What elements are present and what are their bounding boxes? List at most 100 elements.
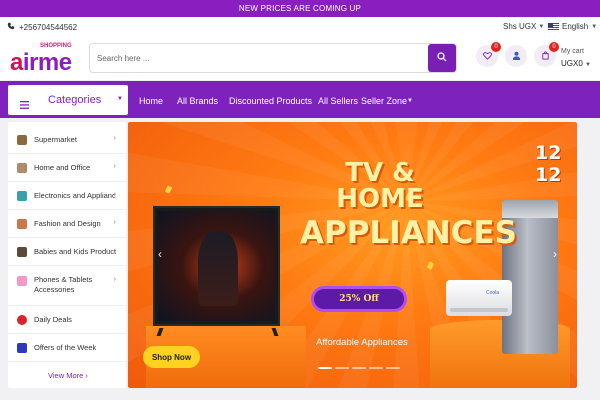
category-label: Babies and Kids Products <box>34 247 116 256</box>
heart-icon <box>482 47 492 65</box>
nav-link-home[interactable]: Home <box>139 96 163 106</box>
logo-main: irme <box>22 49 72 76</box>
category-item-electronics[interactable]: Electronics and Appliances › <box>8 182 126 210</box>
tv-screen <box>158 211 275 321</box>
chevron-right-icon: › <box>113 163 116 170</box>
category-label: Home and Office <box>34 163 91 172</box>
ac-brand-label: Coola <box>486 290 500 296</box>
offers-week-icon <box>17 343 27 353</box>
language-label: English <box>562 22 589 31</box>
shop-now-button[interactable]: Shop Now <box>143 346 200 368</box>
ac-grill <box>450 308 508 312</box>
logo-wordmark: airme <box>10 49 72 77</box>
search-icon <box>437 49 447 67</box>
cart-button[interactable]: 0 <box>534 42 559 67</box>
phone-number: +256704544562 <box>19 22 78 32</box>
carousel-dot[interactable] <box>369 367 383 369</box>
category-label: Phones & Tablets Accessories <box>34 275 93 294</box>
chevron-down-icon: ▼ <box>117 96 123 102</box>
category-label: Fashion and Design <box>34 219 101 228</box>
chevron-down-icon: ▼ <box>585 62 591 68</box>
us-flag-icon <box>548 23 559 30</box>
categories-dropdown[interactable]: Categories ▼ <box>8 85 128 115</box>
discount-badge: 25% Off <box>311 286 407 312</box>
category-item-offers-week[interactable]: Offers of the Week <box>8 334 126 362</box>
category-label: Daily Deals <box>34 315 72 324</box>
currency-label: Shs UGX <box>503 22 537 31</box>
supermarket-icon <box>17 135 27 145</box>
carousel-dot[interactable] <box>386 367 400 369</box>
category-label: Electronics and Appliances <box>34 191 116 200</box>
category-item-home-office[interactable]: Home and Office › <box>8 154 126 182</box>
category-sidebar: Supermarket › Home and Office › Electron… <box>8 122 126 388</box>
logo-prefix: a <box>10 49 23 76</box>
categories-label: Categories <box>48 94 102 106</box>
banner-subtitle: Affordable Appliances <box>316 337 408 348</box>
main-nav: Categories ▼ Home All Brands Discounted … <box>0 81 600 118</box>
promo-text: NEW PRICES ARE COMING UP <box>238 4 362 13</box>
babies-kids-icon <box>17 247 27 257</box>
user-icon <box>512 47 521 65</box>
category-item-phones-tablets[interactable]: Phones & Tablets Accessories › <box>8 266 126 306</box>
chevron-down-icon: ▼ <box>591 23 598 30</box>
search-button[interactable] <box>428 44 456 72</box>
hero-banner[interactable]: Coola 12 12 TV & HOME APPLIANCES 25% Off… <box>128 122 577 388</box>
search-input[interactable] <box>91 45 427 71</box>
phone-icon <box>7 22 15 32</box>
sale-date-badge: 12 12 <box>535 142 562 186</box>
nav-link-discounted-products[interactable]: Discounted Products <box>229 96 312 106</box>
category-item-babies-kids[interactable]: Babies and Kids Products › <box>8 238 126 266</box>
chevron-right-icon: › <box>113 219 116 226</box>
menu-icon <box>20 96 29 114</box>
main-header: SHOPPING airme 0 0 My cart UGX0 ▼ <box>0 37 600 81</box>
wishlist-count-badge: 0 <box>491 42 501 52</box>
account-button[interactable] <box>505 45 527 67</box>
cart-amount: UGX0 <box>561 59 583 68</box>
wishlist-button[interactable]: 0 <box>476 42 501 67</box>
utility-bar: +256704544562 Shs UGX ▼ English ▼ <box>0 17 600 37</box>
view-more-link[interactable]: View More › <box>48 371 88 380</box>
cart-icon <box>541 47 550 65</box>
carousel-dot[interactable] <box>352 367 366 369</box>
banner-title-line2: APPLIANCES <box>300 215 517 251</box>
currency-selector[interactable]: Shs UGX ▼ <box>503 22 544 31</box>
phone-contact[interactable]: +256704544562 <box>7 22 77 32</box>
banner-title: TV & HOME APPLIANCES <box>300 158 517 251</box>
nav-link-seller-zone[interactable]: Seller Zone <box>361 96 407 106</box>
banner-title-line1: TV & HOME <box>336 158 424 214</box>
cart-label: My cart <box>561 48 584 55</box>
carousel-indicators <box>318 367 400 369</box>
carousel-dot[interactable] <box>335 367 349 369</box>
cart-count-badge: 0 <box>549 42 559 52</box>
search-bar <box>89 43 457 73</box>
chevron-right-icon: › <box>85 371 88 380</box>
chevron-right-icon: › <box>113 135 116 142</box>
carousel-prev-icon[interactable]: ‹ <box>158 247 162 261</box>
air-conditioner-image: Coola <box>446 280 512 316</box>
category-label: Supermarket <box>34 135 77 144</box>
chevron-right-icon: › <box>113 247 116 254</box>
category-label: Offers of the Week <box>34 343 97 352</box>
chevron-down-icon: ▼ <box>538 23 545 30</box>
carousel-dot[interactable] <box>318 367 332 369</box>
cart-summary[interactable]: My cart UGX0 ▼ <box>561 46 591 71</box>
category-item-daily-deals[interactable]: Daily Deals <box>8 306 126 334</box>
phones-tablets-icon <box>17 276 27 286</box>
nav-link-all-sellers[interactable]: All Sellers <box>318 96 358 106</box>
promo-banner: NEW PRICES ARE COMING UP <box>0 0 600 17</box>
nav-link-all-brands[interactable]: All Brands <box>177 96 218 106</box>
category-item-supermarket[interactable]: Supermarket › <box>8 126 126 154</box>
daily-deals-icon <box>17 315 27 325</box>
electronics-icon <box>17 191 27 201</box>
tv-product-image <box>153 206 280 336</box>
fashion-icon <box>17 219 27 229</box>
chevron-right-icon: › <box>113 276 116 283</box>
view-more-label: View More <box>48 371 84 380</box>
carousel-next-icon[interactable]: › <box>553 247 557 261</box>
chevron-down-icon[interactable]: ▼ <box>407 98 413 104</box>
language-selector[interactable]: English ▼ <box>548 22 597 31</box>
category-item-fashion[interactable]: Fashion and Design › <box>8 210 126 238</box>
chevron-right-icon: › <box>113 191 116 198</box>
site-logo[interactable]: SHOPPING airme <box>10 43 72 77</box>
home-office-icon <box>17 163 27 173</box>
